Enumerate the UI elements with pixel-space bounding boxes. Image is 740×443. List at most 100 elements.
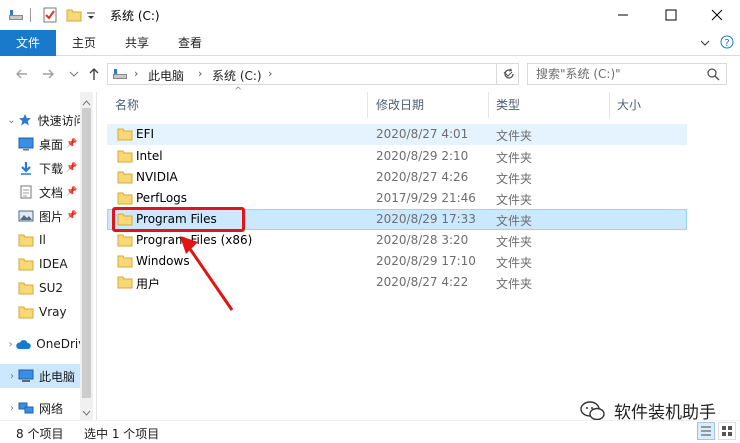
back-arrow-icon[interactable]: [14, 66, 30, 82]
column-header-size[interactable]: 大小: [617, 92, 687, 118]
document-icon: [18, 184, 34, 200]
column-separator[interactable]: [609, 92, 610, 118]
nav-item-this-pc[interactable]: › 此电脑: [0, 364, 80, 388]
expand-arrow-icon[interactable]: ›: [6, 339, 15, 350]
drive-icon[interactable]: [8, 7, 24, 23]
folder-icon: [117, 255, 133, 268]
table-row[interactable]: Intel 2020/8/29 2:10 文件夹: [107, 146, 687, 167]
file-date: 2017/9/29 21:46: [376, 191, 476, 205]
folder-icon: [117, 276, 133, 289]
column-separator[interactable]: [488, 92, 489, 118]
address-bar[interactable]: › 此电脑 › 系统 (C:) ›: [107, 63, 497, 85]
selected-count: 选中 1 个项目: [84, 427, 160, 441]
nav-item-folder[interactable]: IDEA: [0, 252, 80, 276]
new-folder-icon[interactable]: [66, 7, 82, 23]
nav-label: IDEA: [39, 257, 68, 271]
minimize-icon: [618, 14, 628, 16]
tab-file[interactable]: 文件: [0, 30, 56, 56]
refresh-icon[interactable]: [503, 68, 515, 83]
nav-item-pictures[interactable]: 图片 📌: [0, 204, 80, 228]
nav-label: Il: [39, 233, 46, 247]
up-arrow-icon[interactable]: [86, 66, 102, 82]
network-icon: [18, 400, 34, 416]
nav-item-folder[interactable]: Vray: [0, 300, 80, 324]
file-type: 文件夹: [496, 193, 533, 207]
pin-icon: 📌: [66, 187, 78, 197]
scroll-down-icon[interactable]: [82, 406, 91, 420]
nav-item-downloads[interactable]: 下载 📌: [0, 156, 80, 180]
table-row[interactable]: EFI 2020/8/27 4:01 文件夹: [107, 124, 687, 145]
file-name: 用户: [136, 277, 161, 291]
folder-icon: [117, 234, 133, 247]
nav-item-network[interactable]: › 网络: [0, 396, 80, 420]
nav-item-onedrive[interactable]: › OneDrive: [0, 332, 80, 356]
window-title: 系统 (C:): [110, 9, 160, 23]
dropdown-chevron-icon[interactable]: [86, 7, 96, 23]
column-header-date[interactable]: 修改日期: [376, 92, 486, 118]
annotation-arrow-icon: [180, 236, 234, 311]
scroll-up-icon[interactable]: [82, 96, 91, 110]
nav-scrollbar-thumb[interactable]: [82, 108, 91, 398]
column-header-type[interactable]: 类型: [496, 92, 606, 118]
details-view-icon: [701, 426, 711, 436]
nav-item-folder[interactable]: SU2: [0, 276, 80, 300]
computer-icon: [18, 368, 34, 384]
forward-arrow-icon[interactable]: [40, 66, 56, 82]
column-header-name[interactable]: 名称: [115, 92, 365, 118]
nav-label: 快速访问: [37, 113, 80, 128]
close-icon: [711, 9, 723, 21]
file-date: 2020/8/27 4:26: [376, 170, 469, 184]
file-date: 2020/8/29 2:10: [376, 149, 469, 163]
breadcrumb-chevron-icon[interactable]: ›: [198, 67, 202, 80]
pane-divider[interactable]: [96, 92, 97, 420]
properties-check-icon[interactable]: [42, 7, 58, 23]
breadcrumb-this-pc[interactable]: 此电脑: [148, 67, 184, 84]
file-type: 文件夹: [496, 277, 533, 291]
file-type: 文件夹: [496, 214, 533, 228]
desktop-icon: [18, 136, 34, 152]
large-icons-view-button[interactable]: [718, 422, 736, 440]
expand-arrow-icon[interactable]: ⌄: [6, 115, 17, 126]
tab-share[interactable]: 共享: [117, 30, 157, 56]
folder-icon: [117, 192, 133, 205]
breadcrumb-system-c[interactable]: 系统 (C:): [212, 67, 262, 84]
maximize-icon: [665, 9, 677, 21]
tab-home[interactable]: 主页: [64, 30, 104, 56]
nav-item-documents[interactable]: 文档 📌: [0, 180, 80, 204]
file-type: 文件夹: [496, 235, 533, 249]
file-date: 2020/8/27 4:22: [376, 275, 469, 289]
column-separator[interactable]: [367, 92, 368, 118]
pin-icon: 📌: [66, 139, 78, 149]
maximize-button[interactable]: [648, 0, 694, 30]
toolbar-separator: [30, 8, 31, 22]
table-row[interactable]: NVIDIA 2020/8/27 4:26 文件夹: [107, 167, 687, 188]
nav-item-folder[interactable]: Il: [0, 228, 80, 252]
file-type: 文件夹: [496, 151, 533, 165]
wechat-icon: [580, 400, 605, 420]
download-arrow-icon: [18, 160, 34, 176]
close-button[interactable]: [694, 0, 740, 30]
recent-chevron-icon[interactable]: [66, 66, 82, 82]
folder-icon: [117, 150, 133, 163]
minimize-button[interactable]: [600, 0, 646, 30]
table-row[interactable]: PerfLogs 2017/9/29 21:46 文件夹: [107, 188, 687, 209]
search-icon[interactable]: [706, 67, 720, 84]
content-scrollbar[interactable]: [726, 92, 740, 420]
nav-item-quick-access[interactable]: ⌄ 快速访问: [0, 108, 80, 132]
help-icon[interactable]: ?: [720, 35, 734, 52]
expand-arrow-icon[interactable]: ›: [6, 403, 18, 414]
breadcrumb-chevron-icon[interactable]: ›: [134, 67, 138, 80]
file-type: 文件夹: [496, 129, 533, 143]
file-name: EFI: [136, 127, 155, 141]
tab-view[interactable]: 查看: [170, 30, 210, 56]
expand-arrow-icon[interactable]: ›: [6, 371, 18, 382]
ribbon-expand-chevron-icon[interactable]: [700, 37, 710, 51]
nav-label: OneDrive: [36, 337, 80, 351]
file-name: NVIDIA: [136, 170, 178, 184]
nav-item-desktop[interactable]: 桌面 📌: [0, 132, 80, 156]
file-type: 文件夹: [496, 256, 533, 270]
details-view-button[interactable]: [697, 422, 715, 440]
search-box[interactable]: [527, 63, 727, 85]
breadcrumb-chevron-icon[interactable]: ›: [268, 67, 272, 80]
search-input[interactable]: [528, 64, 698, 84]
